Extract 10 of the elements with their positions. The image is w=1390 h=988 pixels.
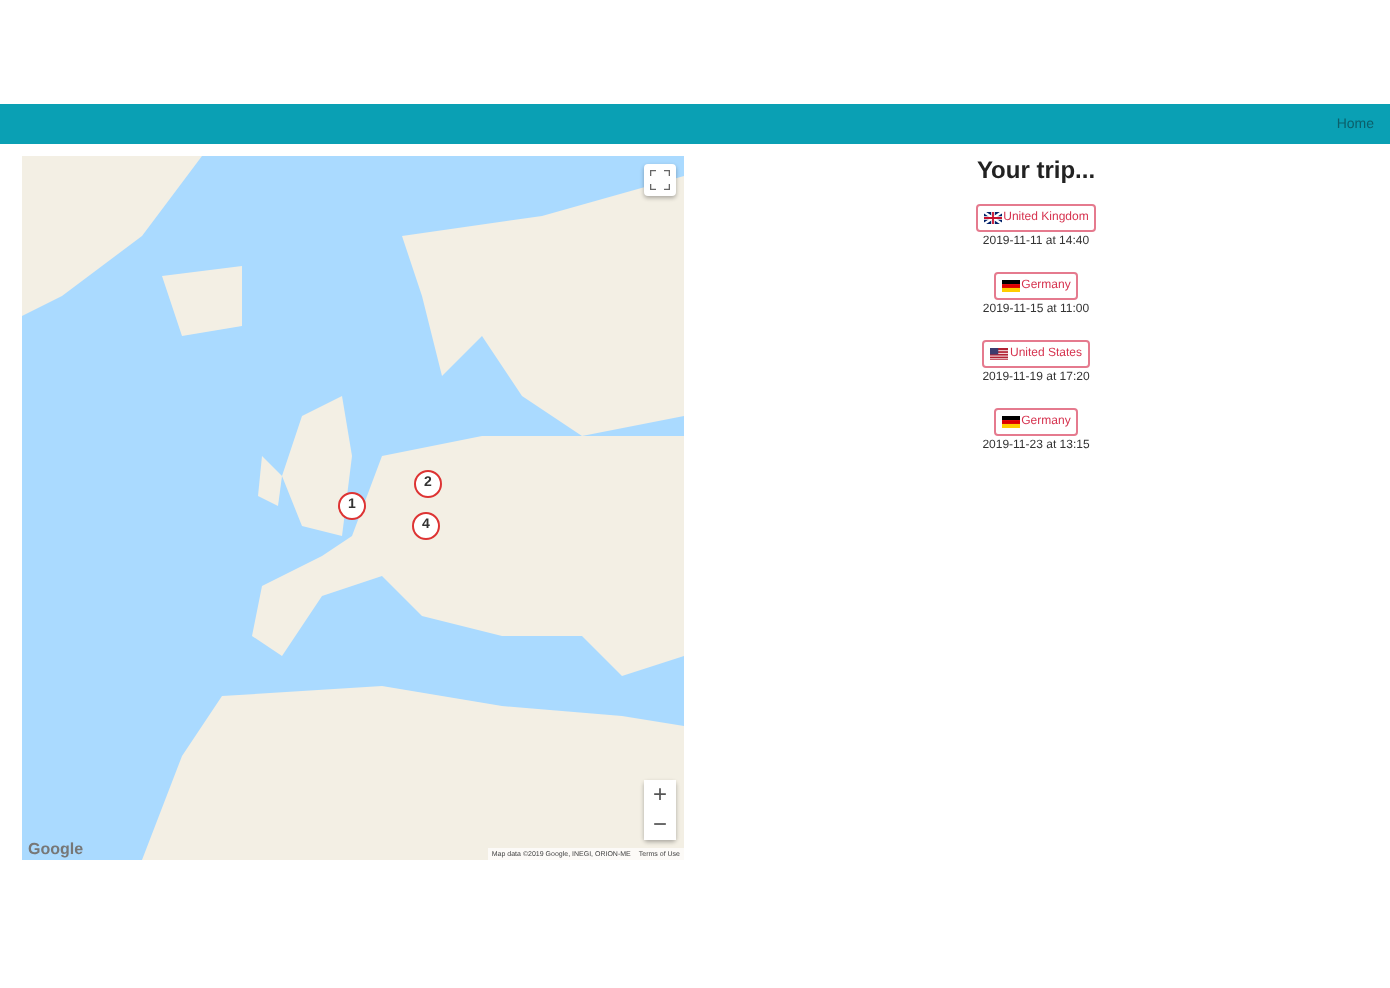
trip-title: Your trip... [976,156,1096,184]
fullscreen-button[interactable] [644,164,676,196]
map-logo: Google [28,840,84,858]
zoom-out-button[interactable]: − [644,810,676,840]
flag-icon [989,348,1008,360]
flag-icon [1001,416,1020,428]
flag-icon [1001,280,1020,292]
fullscreen-icon [650,170,670,190]
flag-icon [983,212,1002,224]
zoom-in-button[interactable]: + [644,780,676,810]
